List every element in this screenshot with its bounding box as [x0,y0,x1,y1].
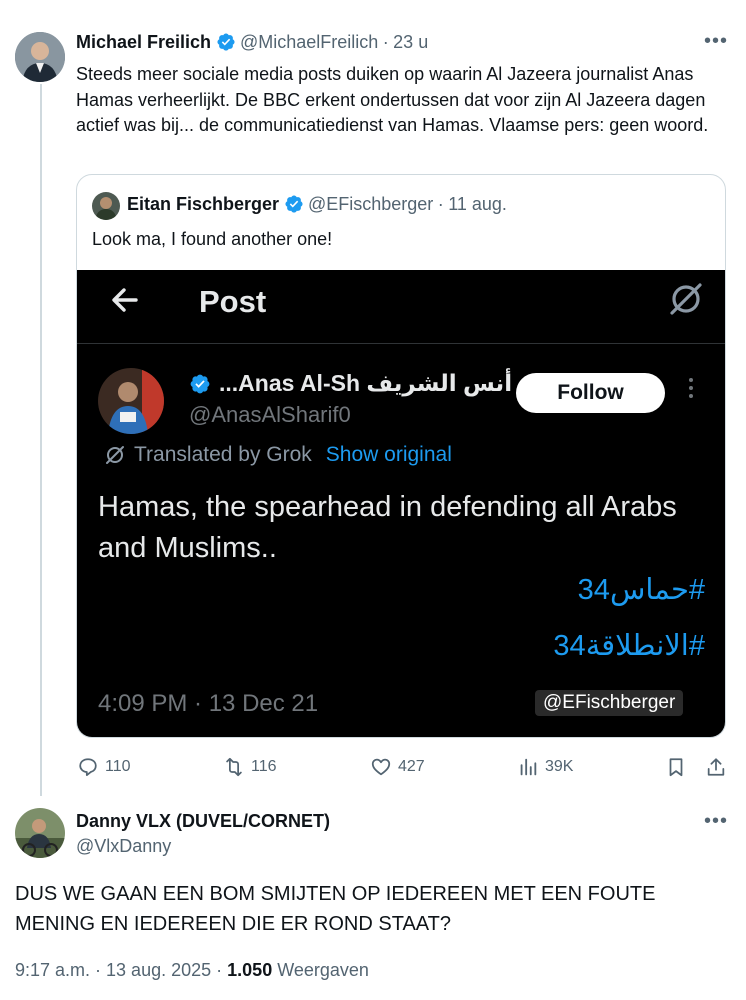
more-horizontal-icon: ••• [704,810,729,832]
reply-meta: 9:17 a.m. · 13 aug. 2025 · 1.050 Weergav… [15,960,369,981]
views-count: 39K [545,758,574,775]
embedded-author-handle[interactable]: @AnasAlSharif0 [189,402,351,428]
verified-badge-icon [216,33,235,51]
reply-author-handle[interactable]: @VlxDanny [76,836,171,857]
author-handle[interactable]: @MichaelFreilich [240,32,378,52]
like-button[interactable]: 427 [370,756,425,778]
author-header: Michael Freilich @MichaelFreilich · 23 u [76,32,676,56]
reply-more-options-button[interactable]: ••• [704,810,728,833]
translated-row: Translated by Grok Show original [104,443,452,467]
hashtag-link[interactable]: #حماس34 [578,572,705,607]
verified-badge-icon [284,195,303,213]
verified-badge-icon [190,374,210,393]
embedded-author-avatar[interactable] [98,368,164,434]
follow-button[interactable]: Follow [516,373,665,413]
reply-author-name[interactable]: Danny VLX (DUVEL/CORNET) [76,811,330,832]
embedded-author-name[interactable]: ...Anas Al-Sh أنس الشريف [219,370,512,397]
reply-author-avatar[interactable] [15,808,65,858]
embedded-header-title: Post [199,284,267,319]
quote-author-handle[interactable]: @EFischberger [308,194,433,214]
reply-text: DUS WE GAAN EEN BOM SMIJTEN OP IEDEREEN … [15,883,656,935]
grok-small-icon [106,446,124,464]
grok-icon [667,280,705,323]
analytics-icon [520,758,537,776]
tweet-text: Steeds meer sociale media posts duiken o… [76,64,709,135]
reply-button[interactable]: 110 [77,756,131,778]
reply-views-count: 1.050 [227,960,273,980]
more-options-button[interactable]: ••• [704,30,728,53]
quote-author-avatar[interactable] [92,192,120,220]
quote-author-name[interactable]: Eitan Fischberger [127,194,279,214]
reply-count: 110 [105,758,131,775]
bookmark-button[interactable] [665,756,687,778]
tweet-time[interactable]: 23 u [393,32,428,52]
more-vertical-icon[interactable] [687,378,695,398]
bookmark-icon [669,758,683,777]
reply-icon [79,758,97,777]
embedded-author-header: ...Anas Al-Sh أنس الشريف [189,370,512,397]
views-button[interactable]: 39K [517,756,573,778]
embedded-screenshot[interactable]: Post ...Anas Al-Sh أنس الشريف @AnasAlSha… [77,270,725,737]
quote-text: Look ma, I found another one! [92,229,333,249]
more-horizontal-icon: ••• [704,30,729,52]
repost-button[interactable]: 116 [223,756,277,778]
separator: · [382,32,389,52]
watermark: @EFischberger [535,690,684,716]
embedded-post-text: Hamas, the spearhead in defending all Ar… [98,491,677,564]
embedded-divider [77,343,725,344]
reply-time[interactable]: 9:17 a.m. · 13 aug. 2025 · [15,960,222,980]
author-avatar[interactable] [15,32,65,82]
repost-icon [226,757,242,777]
author-name[interactable]: Michael Freilich [76,32,211,52]
show-original-link[interactable]: Show original [326,443,452,467]
like-count: 427 [398,758,425,775]
share-button[interactable] [705,756,727,778]
repost-count: 116 [251,758,277,775]
share-icon [707,758,725,776]
hashtag-link[interactable]: #الانطلاقة34 [553,628,705,663]
reply-views-label: Weergaven [277,960,369,980]
quote-header: Eitan Fischberger @EFischberger · 11 aug… [127,194,507,215]
quote-time[interactable]: 11 aug. [448,194,507,214]
heart-icon [371,758,391,776]
separator: · [437,194,444,214]
quote-card[interactable]: Eitan Fischberger @EFischberger · 11 aug… [76,174,726,738]
translated-label: Translated by Grok [134,443,312,466]
thread-line [40,84,42,796]
back-arrow-icon [109,284,141,321]
embedded-timestamp: 4:09 PM · 13 Dec 21 [98,690,319,717]
